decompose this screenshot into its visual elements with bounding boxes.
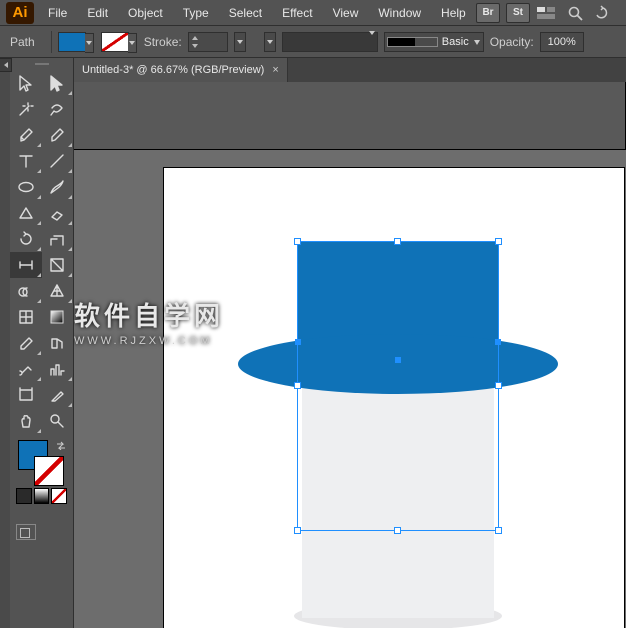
opacity-field[interactable]: 100% (540, 32, 584, 52)
tools-grip[interactable] (10, 58, 73, 70)
column-graph-tool[interactable] (42, 356, 74, 382)
line-segment-tool[interactable] (42, 148, 74, 174)
stepper-icon[interactable] (191, 34, 199, 50)
stroke-color-box[interactable] (34, 456, 64, 486)
handle-bc[interactable] (394, 527, 401, 534)
color-mode-row (10, 484, 73, 508)
fill-stroke-control[interactable] (16, 438, 67, 484)
shaper-tool[interactable] (10, 200, 42, 226)
graphic-style-dropdown[interactable]: Basic (384, 32, 484, 52)
curvature-tool[interactable] (42, 122, 74, 148)
rotate-tool[interactable] (10, 226, 42, 252)
gradient-tool[interactable] (42, 304, 74, 330)
tools-panel (10, 58, 74, 628)
hand-tool[interactable] (10, 408, 42, 434)
stroke-weight-dropdown[interactable] (234, 32, 246, 52)
fill-swatch[interactable] (58, 32, 86, 52)
width-tool[interactable] (10, 252, 42, 278)
menu-edit[interactable]: Edit (77, 2, 118, 24)
scale-tool[interactable] (42, 226, 74, 252)
divider (51, 31, 52, 53)
menu-window[interactable]: Window (368, 2, 431, 24)
handle-mr[interactable] (495, 382, 502, 389)
color-mode-none[interactable] (51, 488, 67, 504)
magic-wand-tool[interactable] (10, 96, 42, 122)
handle-ml[interactable] (294, 382, 301, 389)
stroke-weight-field[interactable] (188, 32, 228, 52)
selection-bounding-box[interactable] (297, 241, 499, 531)
var-width-profile-dropdown[interactable] (264, 32, 276, 52)
menu-select[interactable]: Select (219, 2, 272, 24)
menu-object[interactable]: Object (118, 2, 173, 24)
handle-bl[interactable] (294, 527, 301, 534)
handle-tr[interactable] (495, 238, 502, 245)
menu-type[interactable]: Type (173, 2, 219, 24)
gutter (0, 58, 10, 628)
document-area: Untitled-3* @ 66.67% (RGB/Preview) × (74, 58, 626, 628)
paintbrush-tool[interactable] (42, 174, 74, 200)
style-name: Basic (442, 36, 469, 48)
watermark-text: 软件自学网 (74, 301, 224, 331)
pen-tool[interactable] (10, 122, 42, 148)
document-tab-title: Untitled-3* @ 66.67% (RGB/Preview) (82, 64, 264, 76)
pasteboard-border (74, 82, 626, 150)
screen-mode-icon (16, 524, 36, 540)
stroke-dropdown-icon[interactable] (128, 33, 137, 53)
stroke-swatch[interactable] (101, 32, 129, 52)
eraser-tool[interactable] (42, 200, 74, 226)
eyedropper-tool[interactable] (10, 330, 42, 356)
symbol-sprayer-tool[interactable] (10, 356, 42, 382)
free-transform-tool[interactable] (42, 252, 74, 278)
opacity-value: 100% (548, 36, 576, 48)
selection-context-label: Path (6, 35, 45, 49)
ellipse-tool[interactable] (10, 174, 42, 200)
zoom-tool[interactable] (42, 408, 74, 434)
selection-tool[interactable] (10, 70, 42, 96)
sync-icon[interactable] (592, 2, 614, 24)
lasso-tool[interactable] (42, 96, 74, 122)
color-mode-gradient[interactable] (34, 488, 50, 504)
watermark: 软件自学网 WWW.RJZXW.COM (74, 296, 224, 347)
color-mode-solid[interactable] (16, 488, 32, 504)
menu-view[interactable]: View (323, 2, 369, 24)
menu-effect[interactable]: Effect (272, 2, 322, 24)
watermark-sub: WWW.RJZXW.COM (74, 335, 224, 347)
close-tab-icon[interactable]: × (272, 64, 278, 76)
menubar: Ai File Edit Object Type Select Effect V… (0, 0, 626, 26)
bridge-button[interactable]: Br (476, 3, 500, 23)
document-tab[interactable]: Untitled-3* @ 66.67% (RGB/Preview) × (74, 58, 288, 82)
perspective-grid-tool[interactable] (42, 278, 74, 304)
blend-tool[interactable] (42, 330, 74, 356)
shape-builder-tool[interactable] (10, 278, 42, 304)
type-tool[interactable] (10, 148, 42, 174)
screen-mode-button[interactable] (10, 518, 73, 546)
fill-dropdown-icon[interactable] (85, 33, 94, 53)
opacity-label: Opacity: (490, 35, 534, 49)
menu-help[interactable]: Help (431, 2, 476, 24)
controlbar: Path Stroke: Basic Opacity: 100% (0, 26, 626, 58)
canvas[interactable]: 软件自学网 WWW.RJZXW.COM (74, 82, 626, 628)
artboard-tool[interactable] (10, 382, 42, 408)
menu-file[interactable]: File (38, 2, 77, 24)
mesh-tool[interactable] (10, 304, 42, 330)
search-icon[interactable] (564, 2, 586, 24)
handle-br[interactable] (495, 527, 502, 534)
swap-fill-stroke-icon[interactable] (55, 440, 65, 450)
brush-definition-dropdown[interactable] (282, 32, 378, 52)
app-logo: Ai (6, 2, 34, 24)
handle-tl[interactable] (294, 238, 301, 245)
handle-tc[interactable] (394, 238, 401, 245)
document-tabstrip: Untitled-3* @ 66.67% (RGB/Preview) × (74, 58, 626, 82)
stock-button[interactable]: St (506, 3, 530, 23)
stroke-weight-label: Stroke: (144, 35, 182, 49)
slice-tool[interactable] (42, 382, 74, 408)
direct-selection-tool[interactable] (42, 70, 74, 96)
workspace-switcher-icon[interactable] (536, 6, 558, 20)
style-preview-icon (387, 37, 438, 47)
